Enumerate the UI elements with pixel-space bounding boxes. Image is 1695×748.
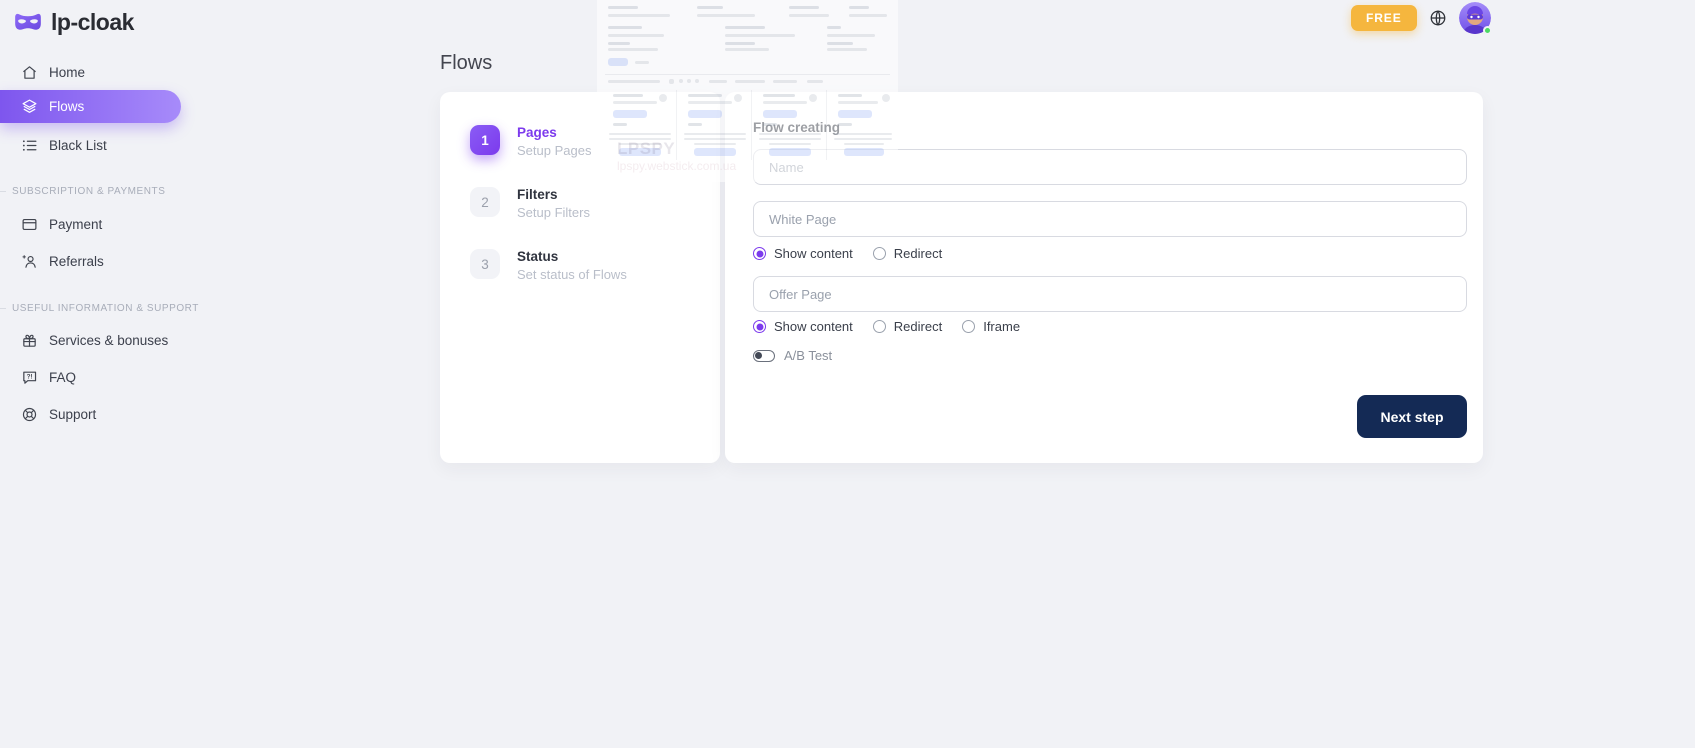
sidebar-item-home[interactable]: Home <box>0 55 182 90</box>
page-title: Flows <box>440 52 492 75</box>
white-page-mode-group: Show content Redirect <box>753 246 1467 261</box>
referrals-icon <box>21 253 38 270</box>
sidebar-nav: Home Flows Black List SUBSCRIPTION & PAY… <box>0 55 182 433</box>
radio-selected[interactable] <box>753 247 766 260</box>
brand-logo: lp-cloak <box>0 0 182 36</box>
gift-icon <box>21 332 38 349</box>
sidebar-item-support[interactable]: Support <box>0 396 182 433</box>
sidebar-item-label: Payment <box>49 217 102 232</box>
sidebar-item-services-bonuses[interactable]: Services & bonuses <box>0 322 182 359</box>
step-title: Status <box>517 249 627 264</box>
step-status[interactable]: 3 Status Set status of Flows <box>470 249 720 282</box>
online-status-dot <box>1483 26 1492 35</box>
radio-unselected[interactable] <box>873 320 886 333</box>
step-number: 2 <box>470 187 500 217</box>
sidebar-item-black-list[interactable]: Black List <box>0 127 182 164</box>
ab-test-toggle[interactable] <box>753 350 775 362</box>
sidebar-item-label: Black List <box>49 138 107 153</box>
lifebuoy-icon <box>21 406 38 423</box>
offer-page-mode-group: Show content Redirect Iframe <box>753 319 1467 334</box>
ab-test-row: A/B Test <box>753 348 1467 363</box>
white-page-input[interactable] <box>753 201 1467 237</box>
radio-selected[interactable] <box>753 320 766 333</box>
step-subtitle: Setup Filters <box>517 205 590 220</box>
flow-name-input[interactable] <box>753 149 1467 185</box>
white-redirect-option[interactable]: Redirect <box>873 246 942 261</box>
flows-icon <box>21 98 38 115</box>
sidebar: lp-cloak Home Flows Black List SUBSCRIPT… <box>0 0 182 748</box>
step-title: Pages <box>517 125 591 140</box>
step-filters[interactable]: 2 Filters Setup Filters <box>470 187 720 220</box>
globe-icon[interactable] <box>1429 9 1447 27</box>
sidebar-item-label: FAQ <box>49 370 76 385</box>
step-subtitle: Setup Pages <box>517 143 591 158</box>
next-step-button[interactable]: Next step <box>1357 395 1467 438</box>
sidebar-item-label: Home <box>49 65 85 80</box>
sidebar-item-referrals[interactable]: Referrals <box>0 243 182 280</box>
form-title: Flow creating <box>753 120 1467 135</box>
sidebar-section-support: USEFUL INFORMATION & SUPPORT <box>0 301 182 315</box>
offer-page-input[interactable] <box>753 276 1467 312</box>
payment-icon <box>21 216 38 233</box>
sidebar-item-label: Flows <box>49 99 84 114</box>
sidebar-item-faq[interactable]: ?! FAQ <box>0 359 182 396</box>
sidebar-item-label: Support <box>49 407 96 422</box>
step-number: 1 <box>470 125 500 155</box>
faq-icon: ?! <box>21 369 38 386</box>
sidebar-item-flows[interactable]: Flows <box>0 90 181 123</box>
user-avatar[interactable] <box>1459 2 1491 34</box>
step-subtitle: Set status of Flows <box>517 267 627 282</box>
plan-badge[interactable]: FREE <box>1351 5 1417 31</box>
brand-name: lp-cloak <box>51 9 134 36</box>
toggle-knob <box>755 352 762 359</box>
radio-unselected[interactable] <box>873 247 886 260</box>
radio-unselected[interactable] <box>962 320 975 333</box>
sidebar-section-subscription: SUBSCRIPTION & PAYMENTS <box>0 184 182 198</box>
topbar: FREE <box>1351 0 1491 36</box>
step-title: Filters <box>517 187 590 202</box>
sidebar-item-label: Referrals <box>49 254 104 269</box>
ab-test-label: A/B Test <box>784 348 832 363</box>
offer-iframe-option[interactable]: Iframe <box>962 319 1020 334</box>
svg-text:?!: ?! <box>27 374 33 381</box>
steps-panel: 1 Pages Setup Pages 2 Filters Setup Filt… <box>440 92 720 463</box>
mask-logo-icon <box>14 12 42 33</box>
flow-form-panel: Flow creating Show content Redirect Show… <box>725 92 1483 463</box>
home-icon <box>21 64 38 81</box>
offer-redirect-option[interactable]: Redirect <box>873 319 942 334</box>
sidebar-item-payment[interactable]: Payment <box>0 206 182 243</box>
sidebar-item-label: Services & bonuses <box>49 333 168 348</box>
step-pages[interactable]: 1 Pages Setup Pages <box>470 125 720 158</box>
step-number: 3 <box>470 249 500 279</box>
offer-show-content-option[interactable]: Show content <box>753 319 853 334</box>
black-list-icon <box>21 137 38 154</box>
white-show-content-option[interactable]: Show content <box>753 246 853 261</box>
